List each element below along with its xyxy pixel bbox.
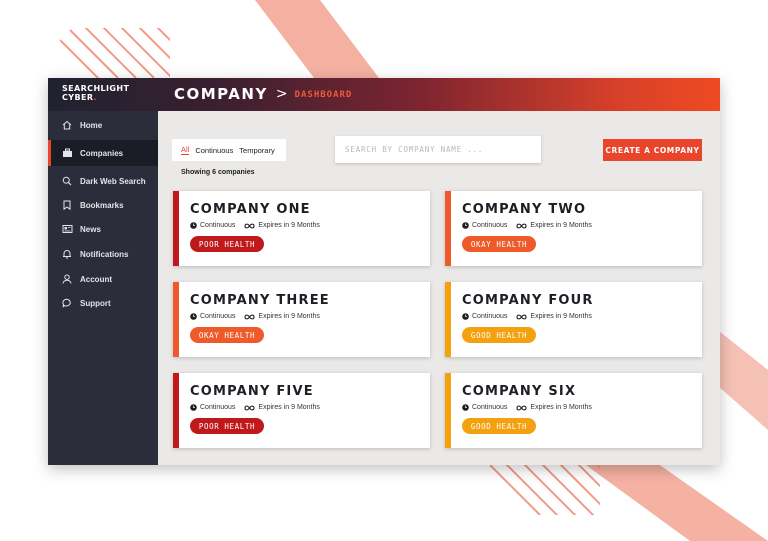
company-expiry: Expires in 9 Months <box>530 222 592 229</box>
company-name: COMPANY SIX <box>462 384 577 399</box>
infinity-icon <box>244 223 255 229</box>
clock-icon <box>190 222 197 229</box>
company-name: COMPANY TWO <box>462 202 587 217</box>
status-bar <box>173 373 179 448</box>
health-badge: POOR HEALTH <box>190 418 264 434</box>
sidebar-item-label: Dark Web Search <box>80 176 146 186</box>
create-company-button[interactable]: CREATE A COMPANY <box>603 139 702 161</box>
infinity-icon <box>244 314 255 320</box>
logo-line-2: CYBER <box>62 93 94 102</box>
infinity-icon <box>516 223 527 229</box>
health-badge: OKAY HEALTH <box>462 236 536 252</box>
top-bar: SEARCHLIGHT CYBER. COMPANY > DASHBOARD <box>48 78 720 111</box>
result-count: Showing 6 companies <box>181 169 255 176</box>
sidebar-item-label: Account <box>80 274 112 284</box>
bell-icon <box>61 248 73 260</box>
filter-all[interactable]: All <box>181 145 190 155</box>
clock-icon <box>462 313 469 320</box>
company-meta: Continuous Expires in 9 Months <box>462 222 592 229</box>
breadcrumb: COMPANY > DASHBOARD <box>174 85 352 103</box>
news-icon <box>61 223 73 235</box>
company-type: Continuous <box>472 313 508 320</box>
sidebar-item-label: Companies <box>80 148 124 158</box>
sidebar-item-label: News <box>80 224 101 234</box>
search-input[interactable]: SEARCH BY COMPANY NAME ... <box>335 136 541 163</box>
home-icon <box>61 119 73 131</box>
sidebar-item-support[interactable]: Support <box>48 290 158 316</box>
sidebar-item-home[interactable]: Home <box>48 112 158 138</box>
sidebar-item-label: Support <box>80 298 111 308</box>
infinity-icon <box>244 405 255 411</box>
company-meta: Continuous Expires in 9 Months <box>190 404 320 411</box>
sidebar-item-news[interactable]: News <box>48 216 158 242</box>
infinity-icon <box>516 314 527 320</box>
status-bar <box>173 282 179 357</box>
company-type: Continuous <box>472 404 508 411</box>
logo-line-1: SEARCHLIGHT <box>62 84 130 93</box>
infinity-icon <box>516 405 527 411</box>
sidebar-item-notifications[interactable]: Notifications <box>48 241 158 267</box>
filter-tabs: All Continuous Temporary <box>172 139 286 161</box>
company-name: COMPANY THREE <box>190 293 330 308</box>
sidebar-item-label: Home <box>80 120 103 130</box>
chat-icon <box>61 297 73 309</box>
company-card[interactable]: COMPANY TWO Continuous Expires in 9 Mont… <box>445 191 702 266</box>
companies-icon <box>61 147 73 159</box>
company-type: Continuous <box>200 222 236 229</box>
company-expiry: Expires in 9 Months <box>530 313 592 320</box>
company-expiry: Expires in 9 Months <box>530 404 592 411</box>
company-meta: Continuous Expires in 9 Months <box>190 313 320 320</box>
health-badge: POOR HEALTH <box>190 236 264 252</box>
company-card[interactable]: COMPANY ONE Continuous Expires in 9 Mont… <box>173 191 430 266</box>
status-bar <box>445 191 451 266</box>
breadcrumb-separator: > <box>275 86 288 102</box>
clock-icon <box>462 222 469 229</box>
company-card[interactable]: COMPANY SIX Continuous Expires in 9 Mont… <box>445 373 702 448</box>
sidebar-item-account[interactable]: Account <box>48 266 158 292</box>
company-type: Continuous <box>200 404 236 411</box>
status-bar <box>445 282 451 357</box>
company-meta: Continuous Expires in 9 Months <box>462 313 592 320</box>
company-expiry: Expires in 9 Months <box>258 404 320 411</box>
company-type: Continuous <box>472 222 508 229</box>
clock-icon <box>462 404 469 411</box>
searchlight-cyber-logo[interactable]: SEARCHLIGHT CYBER. <box>62 84 129 102</box>
sidebar-item-bookmarks[interactable]: Bookmarks <box>48 192 158 218</box>
health-badge: OKAY HEALTH <box>190 327 264 343</box>
company-card[interactable]: COMPANY FIVE Continuous Expires in 9 Mon… <box>173 373 430 448</box>
company-expiry: Expires in 9 Months <box>258 222 320 229</box>
logo-dot: . <box>93 93 97 102</box>
breadcrumb-dashboard[interactable]: DASHBOARD <box>295 90 353 100</box>
status-bar <box>445 373 451 448</box>
filter-continuous[interactable]: Continuous <box>195 146 233 155</box>
company-type: Continuous <box>200 313 236 320</box>
filter-temporary[interactable]: Temporary <box>239 146 274 155</box>
company-meta: Continuous Expires in 9 Months <box>190 222 320 229</box>
sidebar-item-dark-web-search[interactable]: Dark Web Search <box>48 168 158 194</box>
user-icon <box>61 273 73 285</box>
clock-icon <box>190 404 197 411</box>
company-card[interactable]: COMPANY THREE Continuous Expires in 9 Mo… <box>173 282 430 357</box>
sidebar-item-label: Notifications <box>80 249 129 259</box>
breadcrumb-company[interactable]: COMPANY <box>174 85 268 103</box>
health-badge: GOOD HEALTH <box>462 327 536 343</box>
company-card[interactable]: COMPANY FOUR Continuous Expires in 9 Mon… <box>445 282 702 357</box>
health-badge: GOOD HEALTH <box>462 418 536 434</box>
sidebar: Home Companies Dark Web Search Bookmarks… <box>48 111 158 465</box>
company-meta: Continuous Expires in 9 Months <box>462 404 592 411</box>
search-icon <box>61 175 73 187</box>
company-name: COMPANY ONE <box>190 202 311 217</box>
sidebar-item-label: Bookmarks <box>80 200 124 210</box>
status-bar <box>173 191 179 266</box>
app-window: SEARCHLIGHT CYBER. COMPANY > DASHBOARD H… <box>48 78 720 465</box>
company-name: COMPANY FIVE <box>190 384 314 399</box>
sidebar-item-companies[interactable]: Companies <box>48 140 158 166</box>
bookmark-icon <box>61 199 73 211</box>
company-expiry: Expires in 9 Months <box>258 313 320 320</box>
main-content: All Continuous Temporary Showing 6 compa… <box>158 111 720 465</box>
company-name: COMPANY FOUR <box>462 293 594 308</box>
clock-icon <box>190 313 197 320</box>
